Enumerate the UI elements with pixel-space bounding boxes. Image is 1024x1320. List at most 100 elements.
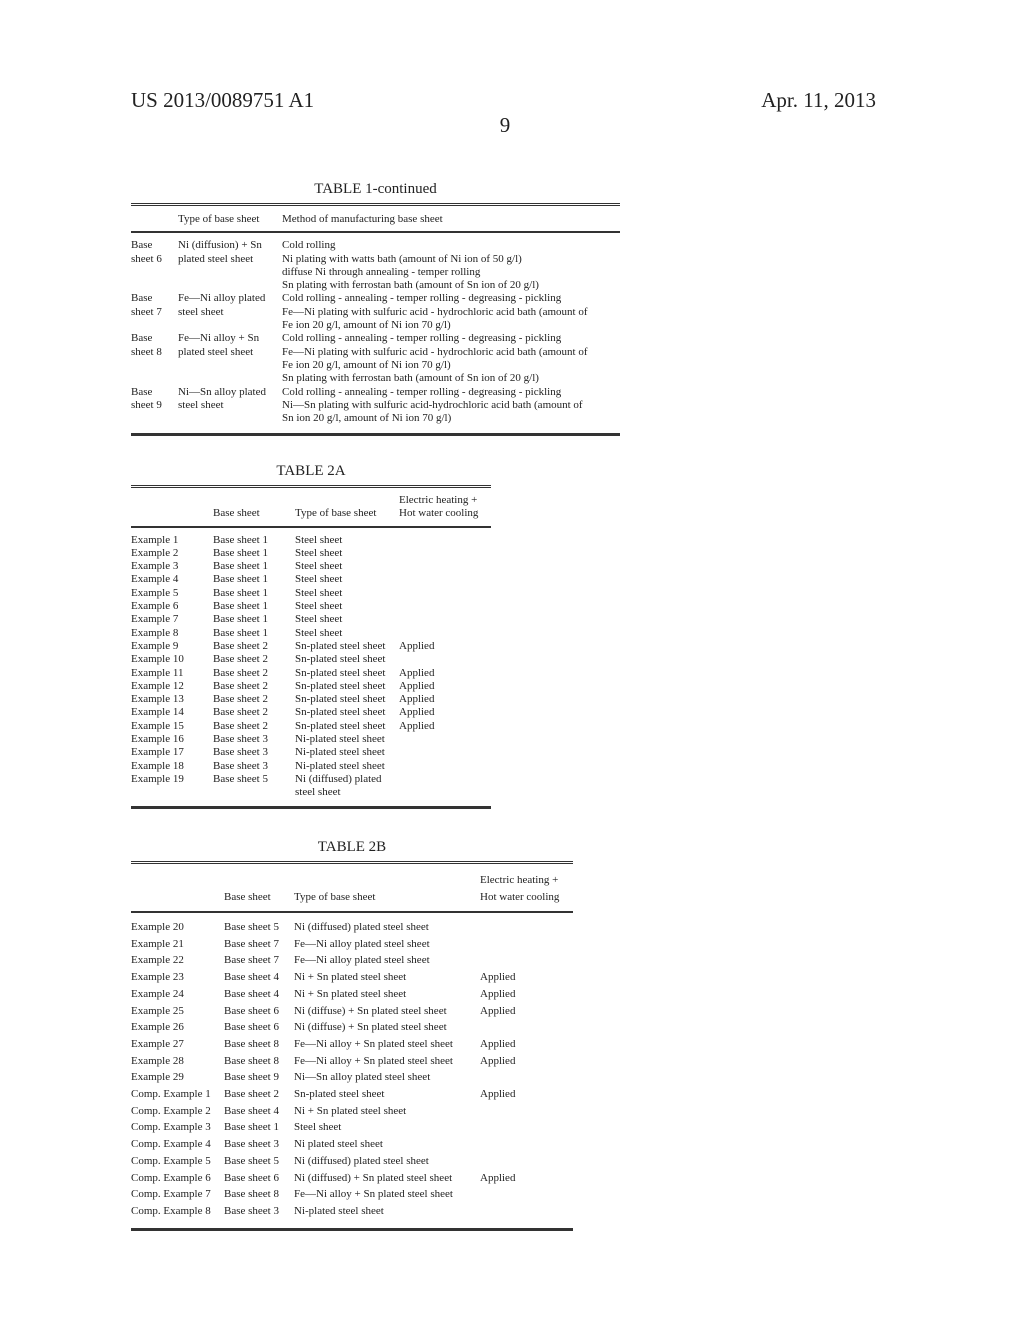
table-row: Example 19 Base sheet 5 Ni (diffused) plat… <box>131 773 491 806</box>
cell-example: Comp. Example 7 <box>131 1188 211 1201</box>
cell-line: Base <box>131 385 153 398</box>
cell-type: Ni (diffused) plated steel sheet <box>294 921 429 933</box>
page-number: 9 <box>499 113 511 137</box>
cell-type: Ni (diffuse) + Sn plated steel sheet <box>294 1004 447 1017</box>
column-header-type: Type of base sheet <box>178 213 260 225</box>
cell-example: Example 20 <box>131 921 184 933</box>
cell-line: Ni (diffusion) + Sn <box>178 239 262 252</box>
table-bottom-rule <box>131 433 620 437</box>
cell-treatment: Applied <box>399 706 435 719</box>
cell-example: Example 21 <box>131 937 184 950</box>
cell-example: Example 28 <box>131 1054 184 1067</box>
cell-treatment: Applied <box>480 1037 516 1050</box>
cell-base-sheet: Base sheet 1 <box>213 573 268 586</box>
cell-line: Ni—Sn alloy plated <box>178 385 266 398</box>
cell-treatment <box>399 773 491 806</box>
cell-type: Sn-plated steel sheet <box>295 719 386 732</box>
cell-type: Ni-plated steel sheet <box>294 1204 384 1217</box>
cell-base-sheet: Base sheet 2 <box>213 719 268 732</box>
cell-type: Steel sheet <box>295 586 343 599</box>
cell-treatment: Applied <box>399 639 435 652</box>
cell-treatment <box>480 1119 573 1136</box>
cell-base-sheet: Base sheet 1 <box>213 613 268 626</box>
cell-line: Fe ion 20 g/l, amount of Ni ion 70 g/l) <box>282 319 451 332</box>
cell-type: Ni-plated steel sheet <box>295 759 385 772</box>
cell-base-sheet: Base sheet 2 <box>213 693 268 706</box>
cell-example: Example 10 <box>131 653 184 666</box>
cell-base-sheet: Base sheet 2 <box>213 679 268 692</box>
cell-base-sheet: Base sheet 2 <box>213 653 268 666</box>
cell-treatment: Applied <box>399 666 435 679</box>
table-row: Base sheet 7 Fe—Ni alloy plated steel sheet… <box>131 292 620 332</box>
cell-line: Fe ion 20 g/l, amount of Ni ion 70 g/l) <box>282 358 451 371</box>
column-header-example <box>131 488 213 526</box>
cell-base-sheet: Base sheet 4 <box>224 1104 279 1117</box>
cell-base-sheet: Base sheet 8 <box>224 1188 279 1201</box>
cell-base-sheet: Base sheet 8 <box>224 1054 279 1067</box>
cell-base-sheet: Base sheet 3 <box>213 759 268 772</box>
cell-base-sheet: Base sheet 1 <box>213 586 268 599</box>
cell-example: Example 22 <box>131 954 184 967</box>
cell-base-sheet: Base sheet 2 <box>213 639 268 652</box>
cell-base-sheet: Base sheet 8 <box>224 1037 279 1050</box>
table-row: Example 23 Base sheet 4 Ni + Sn plated ste… <box>131 969 573 986</box>
cell-example: Example 18 <box>131 759 184 772</box>
cell-treatment <box>399 627 491 640</box>
cell-line: steel sheet <box>295 786 341 799</box>
cell-type: Fe—Ni alloy + Sn plated steel sheet <box>294 1188 453 1201</box>
cell-treatment <box>480 952 573 969</box>
cell-example: Example 11 <box>131 666 184 679</box>
table-row: Example 2 Base sheet 1 Steel sheet <box>131 547 491 560</box>
cell-type: Ni—Sn alloy plated steel sheet <box>294 1071 431 1084</box>
table-row: Example 3 Base sheet 1 Steel sheet <box>131 560 491 573</box>
cell-treatment <box>399 560 491 573</box>
header-line: Electric heating + <box>480 874 559 886</box>
cell-line: Base <box>131 292 153 305</box>
cell-base-sheet: Base sheet 3 <box>224 1138 279 1151</box>
cell-line: plated steel sheet <box>178 345 254 358</box>
cell-base-sheet: Base sheet 5 <box>224 921 279 933</box>
cell-type: Fe—Ni alloy plated steel sheet <box>294 954 430 967</box>
cell-line: sheet 7 <box>131 305 162 318</box>
column-header-base-sheet: Base sheet <box>213 507 260 520</box>
cell-base-sheet: Base sheet 5 <box>224 1154 279 1167</box>
cell-example: Comp. Example 3 <box>131 1121 211 1134</box>
cell-base-sheet: Base sheet 1 <box>213 546 268 559</box>
table-row: Example 26 Base sheet 6 Ni (diffuse) + Sn … <box>131 1019 573 1036</box>
cell-line: steel sheet <box>178 398 224 411</box>
table-row: Comp. Example 5 Base sheet 5 Ni (diffused)… <box>131 1153 573 1170</box>
table-row: Base sheet 9 Ni—Sn alloy plated steel sheet… <box>131 386 620 434</box>
cell-example: Example 23 <box>131 971 184 984</box>
cell-line: plated steel sheet <box>178 252 254 265</box>
cell-base-sheet: Base sheet 3 <box>213 733 268 746</box>
table-row: Example 11 Base sheet 2 Sn-plated steel sh… <box>131 667 491 680</box>
cell-type: Ni—Sn alloy plated steel sheet <box>178 386 282 434</box>
cell-base-sheet: Base sheet 2 <box>213 666 268 679</box>
cell-treatment: Applied <box>480 1004 516 1017</box>
cell-base-sheet: Base sheet 6 <box>224 1004 279 1017</box>
cell-base-sheet: Base sheet 1 <box>213 600 268 613</box>
cell-treatment <box>399 587 491 600</box>
cell-line: sheet 8 <box>131 345 162 358</box>
cell-treatment <box>480 1019 573 1036</box>
table-row: Example 12 Base sheet 2 Sn-plated steel sh… <box>131 680 491 693</box>
cell-example: Example 17 <box>131 746 184 759</box>
cell-base-sheet: Base sheet 5 <box>213 772 268 785</box>
cell-type: Sn-plated steel sheet <box>295 679 386 692</box>
cell-treatment: Applied <box>480 987 516 1000</box>
table-row: Example 24 Base sheet 4 Ni + Sn plated ste… <box>131 986 573 1003</box>
column-header-type: Type of base sheet <box>294 891 376 904</box>
cell-type: Steel sheet <box>295 560 343 573</box>
cell-treatment <box>399 760 491 773</box>
cell-treatment <box>399 547 491 560</box>
cell-base-sheet: Base sheet 2 <box>213 706 268 719</box>
table-row: Example 5 Base sheet 1 Steel sheet <box>131 587 491 600</box>
cell-type: Fe—Ni alloy plated steel sheet <box>294 937 430 950</box>
cell-treatment <box>399 528 491 547</box>
cell-line: Fe—Ni alloy plated <box>178 292 266 305</box>
table-row: Comp. Example 4 Base sheet 3 Ni plated ste… <box>131 1136 573 1153</box>
cell-type: Steel sheet <box>295 626 343 639</box>
cell-type: Ni + Sn plated steel sheet <box>294 1104 407 1117</box>
cell-example: Example 24 <box>131 987 184 1000</box>
cell-treatment <box>480 913 573 936</box>
